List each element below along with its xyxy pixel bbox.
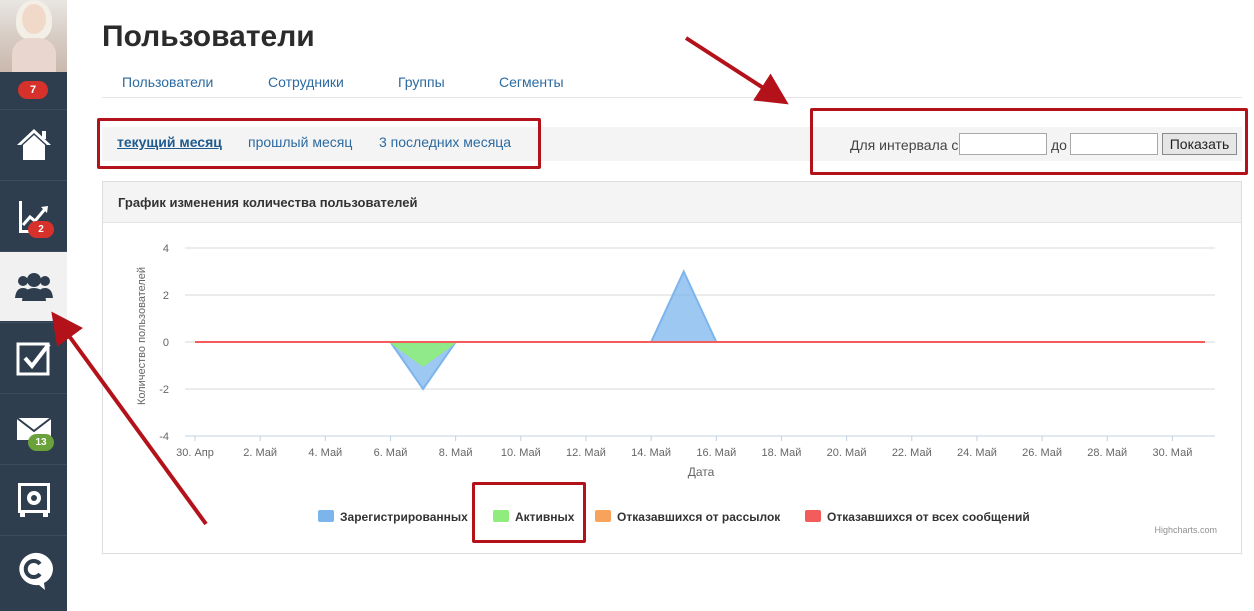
safe-icon	[17, 482, 50, 517]
sidebar-item-users[interactable]	[0, 251, 67, 321]
chart-x-ticks: 30. Апр 2. Май 4. Май 6. Май 8. Май 10. Май 12…	[176, 436, 1192, 459]
interval-to-label: до	[1051, 137, 1067, 153]
x-tick-label: 14. Май	[631, 447, 671, 459]
tab-users[interactable]: Пользователи	[122, 74, 213, 90]
legend-swatch	[493, 510, 509, 522]
show-button[interactable]: Показать	[1162, 133, 1237, 155]
home-icon	[16, 128, 51, 160]
x-tick-label: 20. Май	[827, 447, 867, 459]
legend-label: Отказавшихся от рассылок	[617, 510, 781, 524]
legend-swatch	[805, 510, 821, 522]
users-group-icon	[14, 272, 53, 301]
legend-swatch	[318, 510, 334, 522]
x-tick-label: 4. Май	[308, 447, 342, 459]
chart-y-axis-label: Количество пользователей	[136, 267, 148, 405]
tab-groups[interactable]: Группы	[398, 74, 445, 90]
x-tick-label: 16. Май	[696, 447, 736, 459]
x-tick-label: 2. Май	[243, 447, 277, 459]
notifications-badge[interactable]: 7	[18, 81, 48, 99]
sidebar-item-tasks[interactable]	[0, 322, 67, 392]
x-tick-label: 30. Май	[1152, 447, 1192, 459]
chart-panel-header: График изменения количества пользователе…	[103, 182, 1241, 223]
interval-from-label: Для интервала с	[850, 137, 959, 153]
legend-item[interactable]: Активных	[493, 510, 575, 524]
x-tick-label: 30. Апр	[176, 447, 214, 459]
legend-swatch	[595, 510, 611, 522]
chart-panel-title: График изменения количества пользователе…	[118, 195, 418, 210]
x-tick-label: 10. Май	[501, 447, 541, 459]
period-current-month[interactable]: текущий месяц	[117, 134, 222, 150]
chart-credits[interactable]: Highcharts.com	[1154, 525, 1217, 535]
interval-to-input[interactable]	[1070, 133, 1158, 155]
tab-bar: Пользователи Сотрудники Группы Сегменты	[102, 68, 1242, 98]
sidebar-item-analytics[interactable]: 2	[0, 180, 67, 250]
page-title: Пользователи	[102, 20, 315, 53]
x-tick-label: 26. Май	[1022, 447, 1062, 459]
chart-series	[195, 269, 1205, 391]
x-tick-label: 8. Май	[439, 447, 473, 459]
sidebar: 7 2 13	[0, 0, 67, 611]
analytics-badge: 2	[28, 221, 54, 238]
interval-from-input[interactable]	[959, 133, 1047, 155]
chart-x-axis-label: Дата	[688, 465, 715, 479]
legend-item[interactable]: Отказавшихся от рассылок	[595, 510, 781, 524]
checkbox-icon	[16, 342, 51, 375]
x-tick-label: 22. Май	[892, 447, 932, 459]
sidebar-item-chat[interactable]	[0, 535, 67, 605]
period-last-month[interactable]: прошлый месяц	[248, 134, 352, 150]
chart-y-ticks: 4 2 0 -2 -4	[159, 243, 169, 443]
y-tick-label: 4	[163, 243, 169, 255]
x-tick-label: 24. Май	[957, 447, 997, 459]
legend-label: Зарегистрированных	[340, 510, 468, 524]
chart-legend: Зарегистрированных Активных Отказавшихся о…	[318, 510, 1030, 524]
mail-badge: 13	[28, 434, 54, 451]
sidebar-item-home[interactable]	[0, 109, 67, 179]
tab-employees[interactable]: Сотрудники	[268, 74, 344, 90]
sidebar-item-safe[interactable]	[0, 464, 67, 534]
avatar-face	[22, 4, 46, 34]
tab-segments[interactable]: Сегменты	[499, 74, 564, 90]
avatar-body	[12, 38, 56, 72]
x-tick-label: 12. Май	[566, 447, 606, 459]
y-tick-label: 2	[163, 290, 169, 302]
chat-c-icon	[18, 552, 53, 590]
y-tick-label: -4	[159, 431, 169, 443]
period-last-3-months[interactable]: 3 последних месяца	[379, 134, 511, 150]
avatar[interactable]	[0, 0, 67, 72]
legend-label: Активных	[515, 510, 575, 524]
x-tick-label: 28. Май	[1087, 447, 1127, 459]
legend-item[interactable]: Отказавшихся от всех сообщений	[805, 510, 1030, 524]
series-registered-area	[649, 269, 718, 343]
y-tick-label: 0	[163, 337, 169, 349]
y-tick-label: -2	[159, 384, 169, 396]
page-root: 7 2 13 Пользователи Пользователи Сотрудн…	[0, 0, 1254, 611]
users-change-chart: 4 2 0 -2 -4 30. Апр 2. Май 4. Май 6. Май 8. Май 1…	[136, 243, 1217, 535]
legend-label: Отказавшихся от всех сообщений	[827, 510, 1030, 524]
legend-item[interactable]: Зарегистрированных	[318, 510, 468, 524]
chart-panel: График изменения количества пользователе…	[102, 181, 1242, 554]
sidebar-item-mail[interactable]: 13	[0, 393, 67, 463]
x-tick-label: 18. Май	[761, 447, 801, 459]
x-tick-label: 6. Май	[374, 447, 408, 459]
period-filter-bar: текущий месяц прошлый месяц 3 последних …	[102, 127, 1242, 161]
